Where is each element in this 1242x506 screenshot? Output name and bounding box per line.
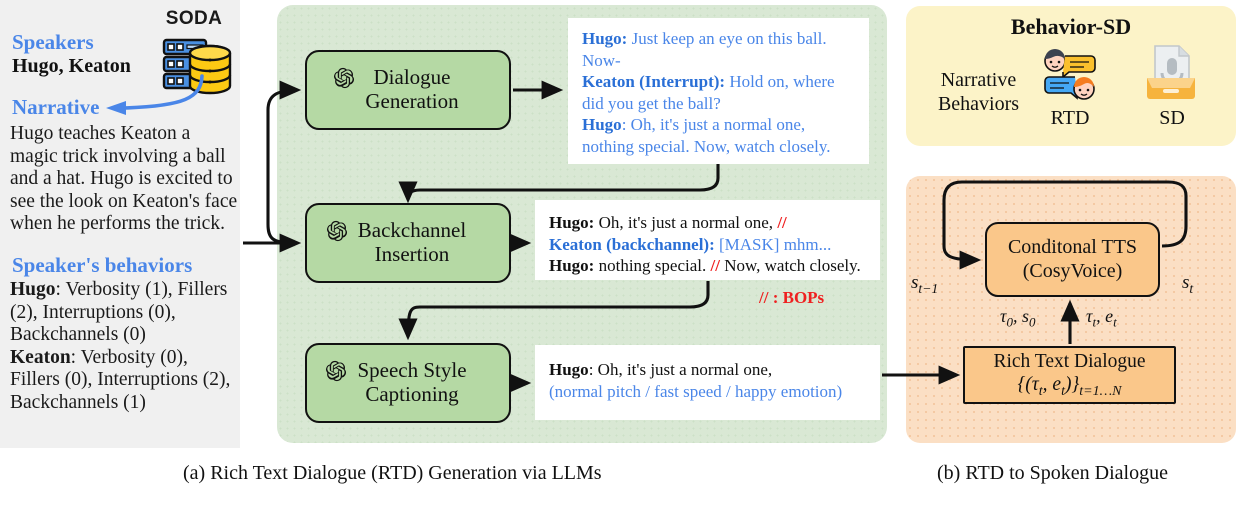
soda-label: SODA bbox=[165, 8, 223, 29]
card-backchannel-output: Hugo: Oh, it's just a normal one, // Kea… bbox=[535, 200, 880, 280]
step-label-line1: Speech Style bbox=[357, 358, 467, 383]
backchan-l3-speaker: Hugo: bbox=[549, 256, 595, 276]
behaviors-hugo-name: Hugo bbox=[10, 279, 56, 300]
caption-panel-b: (b) RTD to Spoken Dialogue bbox=[937, 462, 1168, 484]
backchan-l1-text: Oh, it's just a normal one, bbox=[594, 213, 778, 232]
rtd-box-line2: {(τt, et)}t=1…N bbox=[1017, 374, 1122, 400]
two-speakers-chat-icon bbox=[1039, 44, 1101, 106]
bop-marker: // bbox=[777, 213, 787, 232]
step-label-line2: Captioning bbox=[365, 382, 459, 406]
bop-marker: // bbox=[710, 256, 720, 276]
backchan-l3-text-b: Now, watch closely. bbox=[719, 256, 861, 276]
dialogue-l2-speaker: Keaton (Interrupt): bbox=[582, 72, 726, 92]
label-s-t: st bbox=[1182, 272, 1194, 296]
backchan-l1-speaker: Hugo: bbox=[549, 213, 595, 232]
narrative-text: Hugo teaches Keaton a magic trick involv… bbox=[10, 123, 238, 235]
caption-panel-a: (a) Rich Text Dialogue (RTD) Generation … bbox=[183, 462, 602, 484]
step-backchannel-insertion[interactable]: Backchannel Insertion bbox=[305, 203, 511, 283]
speaker-behaviors-title: Speaker's behaviors bbox=[12, 253, 193, 277]
behavior-sd-title: Behavior-SD bbox=[1010, 14, 1132, 39]
speech-style-caption: (normal pitch / fast speed / happy emoti… bbox=[549, 381, 843, 401]
behaviors-keaton-name: Keaton bbox=[10, 346, 71, 368]
input-panel: Speakers Hugo, Keaton Narrative Hugo tea… bbox=[0, 0, 240, 448]
speech-l1-text: : Oh, it's just a normal one, bbox=[588, 360, 773, 379]
conditional-tts-box[interactable]: Conditonal TTS (CosyVoice) bbox=[985, 222, 1160, 297]
sd-caption: SD bbox=[1159, 107, 1185, 129]
microphone-document-icon bbox=[1141, 42, 1201, 106]
dialogue-l3-speaker: Hugo bbox=[582, 115, 622, 135]
step-dialogue-generation-label: Dialogue Generation bbox=[365, 66, 458, 113]
rtd-box-line1: Rich Text Dialogue bbox=[993, 350, 1146, 372]
rich-text-dialogue-box[interactable]: Rich Text Dialogue {(τt, et)}t=1…N bbox=[963, 346, 1176, 404]
card-speech-style-output: Hugo: Oh, it's just a normal one, (norma… bbox=[535, 345, 880, 420]
step-label-line2: Insertion bbox=[374, 242, 450, 266]
backchan-l2-speaker: Keaton (backchannel): bbox=[549, 234, 715, 254]
step-dialogue-generation[interactable]: Dialogue Generation bbox=[305, 50, 511, 130]
speaker-behaviors-text: Hugo: Verbosity (1), Fillers (2), Interr… bbox=[10, 279, 242, 415]
figure-root: Speakers Hugo, Keaton Narrative Hugo tea… bbox=[0, 0, 1242, 506]
openai-logo-icon bbox=[326, 221, 347, 242]
curved-arrow-icon bbox=[106, 74, 204, 115]
step-label-line2: Generation bbox=[365, 89, 459, 113]
bops-legend: // : BOPs bbox=[759, 288, 825, 307]
step-speech-style-captioning-label: Speech Style Captioning bbox=[357, 359, 466, 406]
step-label-line1: Backchannel bbox=[357, 218, 467, 243]
tts-box-line1: Conditonal TTS bbox=[1007, 235, 1138, 258]
backchan-l2-text: [MASK] mhm... bbox=[714, 234, 832, 254]
step-speech-style-captioning[interactable]: Speech Style Captioning bbox=[305, 343, 511, 423]
rtd-caption: RTD bbox=[1050, 107, 1090, 129]
openai-logo-icon bbox=[326, 361, 347, 382]
tts-box-line2: (CosyVoice) bbox=[1022, 259, 1123, 282]
label-taut-et: τt, et bbox=[1086, 306, 1117, 330]
step-label-line1: Dialogue bbox=[373, 65, 451, 90]
panel-b-behavior-sd: Behavior-SD Narrative Behaviors RTD SD bbox=[906, 6, 1236, 146]
step-backchannel-insertion-label: Backchannel Insertion bbox=[358, 219, 466, 266]
narrative-title: Narrative bbox=[12, 95, 100, 119]
label-tau0-s0: τ0, s0 bbox=[1000, 306, 1036, 330]
speech-l1-speaker: Hugo bbox=[549, 360, 589, 379]
openai-logo-icon bbox=[334, 68, 355, 89]
narrative-behaviors-label: Narrative Behaviors bbox=[937, 69, 1020, 115]
dialogue-l1-speaker: Hugo: bbox=[582, 29, 628, 48]
backchan-l3-text-a: nothing special. bbox=[594, 256, 711, 276]
label-s-t-minus-1: st−1 bbox=[911, 272, 939, 296]
card-dialogue-output: Hugo: Just keep an eye on this ball. Now… bbox=[568, 18, 869, 164]
speakers-title: Speakers bbox=[12, 30, 94, 54]
